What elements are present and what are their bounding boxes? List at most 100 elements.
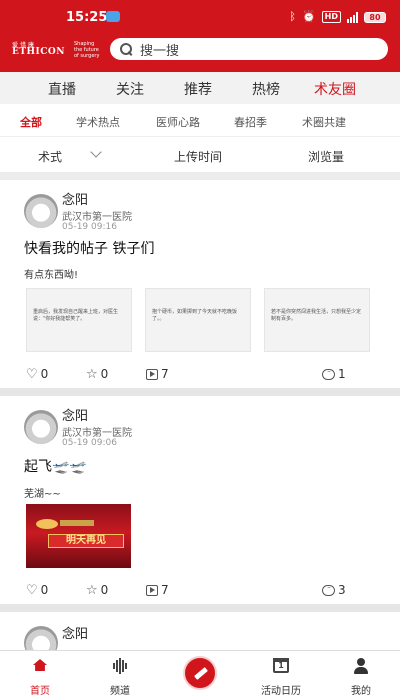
post-author[interactable]: 念阳 [62, 623, 88, 642]
alarm-icon: ⏰ [301, 10, 316, 23]
app-root: 15:25 ᛒ ⏰ HD 80 爱惜康 ETHICON Shaping the … [0, 0, 400, 700]
video-button[interactable]: 7 [146, 583, 169, 597]
comment-button[interactable]: ··· 3 [322, 583, 346, 597]
comment-icon: ··· [322, 584, 335, 596]
calendar-icon: 1 [273, 658, 289, 673]
post-author[interactable]: 念阳 [62, 189, 88, 208]
subtab-doctor-journey[interactable]: 医师心路 [156, 114, 200, 130]
post-actions: ♡ 0 ☆ 0 7 ··· 3 [0, 583, 400, 599]
nav-home-label: 首页 [30, 686, 50, 697]
sort-views[interactable]: 浏览量 [308, 148, 344, 165]
favorite-count: 0 [100, 367, 109, 381]
nav-channel-label: 频道 [110, 686, 130, 697]
post-title[interactable]: 起飞🛫🛫 [24, 456, 87, 476]
post-time: 05-19 09:06 [62, 438, 117, 448]
nav-profile[interactable]: 我的 [331, 651, 391, 700]
post-body: 芜湖~~ [24, 489, 61, 500]
star-icon: ☆ [86, 582, 98, 598]
tab-live[interactable]: 直播 [48, 79, 76, 99]
video-button[interactable]: 7 [146, 367, 169, 381]
nav-event-calendar[interactable]: 1 活动日历 [251, 651, 311, 700]
tab-trending[interactable]: 热榜 [252, 79, 280, 99]
tab-surgeon-circle[interactable]: 术友圈 [314, 79, 356, 99]
tab-following[interactable]: 关注 [116, 79, 144, 99]
create-post-button[interactable] [183, 656, 217, 690]
sort-upload-time[interactable]: 上传时间 [174, 148, 222, 165]
like-count: 0 [40, 583, 49, 597]
search-icon [120, 43, 132, 55]
subtab-academic-hot[interactable]: 学术热点 [76, 114, 120, 130]
post-title[interactable]: 快看我的帖子 铁子们 [24, 238, 154, 258]
status-bar: 15:25 ᛒ ⏰ HD 80 [0, 0, 400, 34]
video-count: 7 [161, 367, 169, 381]
post-card[interactable]: 念阳 武汉市第一医院 05-19 09:16 快看我的帖子 铁子们 有点东西呦!… [0, 180, 400, 388]
signal-icon [347, 11, 358, 23]
avatar[interactable] [24, 410, 58, 444]
pencil-icon [194, 667, 208, 680]
post-actions: ♡ 0 ☆ 0 7 ··· 1 [0, 367, 400, 383]
bottom-nav: 首页 频道 1 活动日历 我的 [0, 650, 400, 700]
post-body: 有点东西呦! [24, 270, 79, 281]
avatar[interactable] [24, 626, 58, 650]
comment-count: 3 [338, 583, 346, 597]
post-hospital: 武汉市第一医院 [62, 212, 132, 223]
post-image-thumbnail[interactable]: 抱个硬币，如果掷到了今天就不吃晚饭了。。 [145, 288, 251, 352]
photo-banner-shape [60, 520, 94, 526]
divider [0, 604, 400, 612]
hd-badge: HD [321, 11, 341, 23]
subtab-spring-recruit[interactable]: 春招季 [234, 114, 267, 130]
post-image-thumbnail[interactable]: 重启后，我发现自己醒来上班，对医生说："你好我能帮笑了。 [26, 288, 132, 352]
surgery-type-filter[interactable]: 术式 [38, 148, 62, 165]
comment-count: 1 [338, 367, 346, 381]
logo-english-text: ETHICON [12, 47, 65, 57]
tab-recommended[interactable]: 推荐 [184, 79, 212, 99]
favorite-button[interactable]: ☆ 0 [86, 583, 108, 597]
nav-event-calendar-label: 活动日历 [261, 686, 301, 697]
nav-channel[interactable]: 频道 [90, 651, 150, 700]
logo-tagline: Shaping the future of surgery [74, 41, 100, 59]
post-card[interactable]: 念阳 武汉市第一医院 05-19 09:06 起飞🛫🛫 芜湖~~ 明天再见 ♡ … [0, 396, 400, 604]
star-icon: ☆ [86, 366, 98, 382]
photo-sign-text: 明天再见 [48, 534, 124, 548]
post-author[interactable]: 念阳 [62, 405, 88, 424]
search-placeholder: 搜一搜 [140, 43, 180, 59]
channel-icon [112, 658, 128, 674]
play-icon [146, 584, 158, 596]
like-button[interactable]: ♡ 0 [26, 367, 48, 381]
comment-icon: ··· [322, 368, 335, 380]
search-input[interactable]: 搜一搜 [110, 38, 388, 60]
favorite-count: 0 [100, 583, 109, 597]
avatar[interactable] [24, 194, 58, 228]
main-tab-bar: 直播 关注 推荐 热榜 术友圈 [0, 72, 400, 104]
status-time: 15:25 [66, 10, 108, 25]
photo-logo-shape [36, 519, 58, 529]
user-icon [354, 658, 368, 674]
play-icon [146, 368, 158, 380]
nav-profile-label: 我的 [351, 686, 371, 697]
chevron-down-icon[interactable] [90, 146, 102, 158]
like-count: 0 [40, 367, 49, 381]
post-hospital: 武汉市第一医院 [62, 428, 132, 439]
comment-button[interactable]: ··· 1 [322, 367, 346, 381]
heart-icon: ♡ [26, 366, 38, 382]
video-count: 7 [161, 583, 169, 597]
heart-icon: ♡ [26, 582, 38, 598]
bluetooth-icon: ᛒ [289, 10, 296, 23]
sort-bar: 术式 上传时间 浏览量 [0, 136, 400, 172]
subtab-community-build[interactable]: 术圈共建 [302, 114, 346, 130]
nav-home[interactable]: 首页 [10, 651, 70, 700]
post-feed[interactable]: 念阳 武汉市第一医院 05-19 09:16 快看我的帖子 铁子们 有点东西呦!… [0, 180, 400, 650]
post-image-thumbnail[interactable]: 若不是你突然闯进我生活，只想我至少定制有百多。 [264, 288, 370, 352]
ethicon-logo: 爱惜康 ETHICON Shaping the future of surger… [12, 40, 104, 62]
like-button[interactable]: ♡ 0 [26, 583, 48, 597]
divider [0, 388, 400, 396]
home-icon [33, 659, 47, 671]
status-icons: ᛒ ⏰ HD 80 [289, 11, 386, 23]
post-photo[interactable]: 明天再见 [26, 504, 131, 568]
sub-tab-bar: 全部 学术热点 医师心路 春招季 术圈共建 [0, 104, 400, 136]
subtab-all[interactable]: 全部 [20, 114, 42, 130]
favorite-button[interactable]: ☆ 0 [86, 367, 108, 381]
notification-app-icon [106, 11, 120, 22]
post-time: 05-19 09:16 [62, 222, 117, 232]
post-card[interactable]: 念阳 [0, 612, 400, 650]
